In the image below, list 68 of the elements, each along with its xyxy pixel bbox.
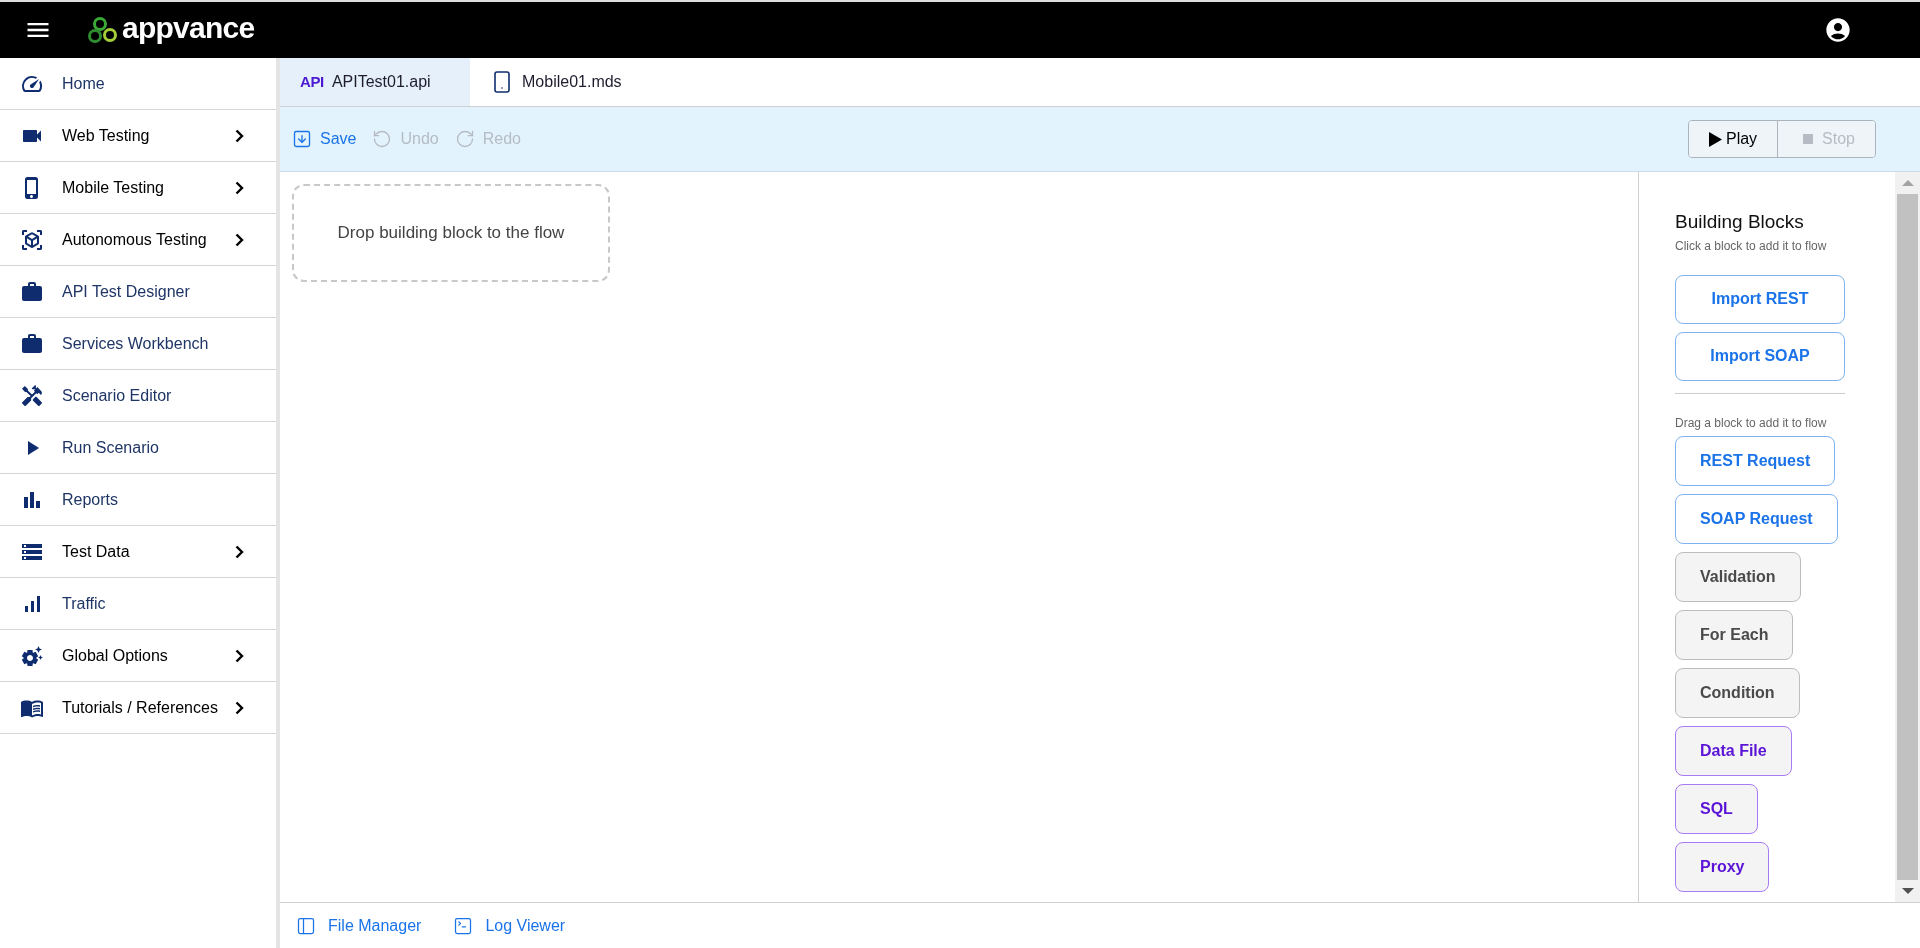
chevron-right-icon xyxy=(235,544,244,559)
sidebar-item-label: Test Data xyxy=(62,541,130,562)
tab-label: APITest01.api xyxy=(331,72,431,92)
building-block[interactable]: SOAP Request xyxy=(1675,493,1838,544)
sidebar-item[interactable]: Test Data xyxy=(0,526,276,578)
building-block[interactable]: REST Request xyxy=(1675,435,1836,486)
building-block[interactable]: SQL xyxy=(1675,783,1758,834)
sidebar-item-label: Run Scenario xyxy=(62,437,159,458)
drop-zone: Drop building block to the flow xyxy=(292,184,610,282)
file-manager-button[interactable]: File Manager xyxy=(296,913,422,938)
tools-icon xyxy=(20,383,44,408)
sidebar-item[interactable]: Reports xyxy=(0,474,276,526)
panel-title: Building Blocks xyxy=(1675,210,1805,234)
save-icon xyxy=(292,129,312,149)
sidebar-item-label: Traffic xyxy=(62,593,106,614)
chevron-right-icon xyxy=(235,700,244,715)
redo-icon xyxy=(454,129,475,149)
sidebar-item-label: Scenario Editor xyxy=(62,385,172,406)
panel-hint: Click a block to add it to flow xyxy=(1675,237,1828,255)
toolbar-button[interactable]: Save xyxy=(292,127,357,151)
sidebar-item[interactable]: Tutorials / References xyxy=(0,682,276,734)
sidebar-item[interactable]: Run Scenario xyxy=(0,422,276,474)
file-tab[interactable]: API APITest01.api xyxy=(280,58,470,106)
logo-icon xyxy=(88,16,118,44)
building-block[interactable]: Import SOAP xyxy=(1675,331,1845,381)
log-viewer-button[interactable]: Log Viewer xyxy=(453,913,566,938)
api-label: API xyxy=(300,71,324,92)
chevron-right-icon xyxy=(235,232,244,247)
briefcase-icon xyxy=(20,331,44,356)
sidebar-item-label: Web Testing xyxy=(62,125,150,146)
panel-icon xyxy=(296,915,316,936)
sidebar-item[interactable]: Web Testing xyxy=(0,110,276,162)
sidebar-item-label: Global Options xyxy=(62,645,168,666)
sidebar-item-label: Services Workbench xyxy=(62,333,209,354)
cube-scan-icon xyxy=(20,227,44,252)
sidebar-item-label: API Test Designer xyxy=(62,281,190,302)
building-block[interactable]: Data File xyxy=(1675,725,1792,776)
sidebar-item[interactable]: API Test Designer xyxy=(0,266,276,318)
briefcase-icon xyxy=(20,279,44,304)
sidebar-item-label: Tutorials / References xyxy=(62,697,218,718)
sidebar-item[interactable]: Services Workbench xyxy=(0,318,276,370)
building-block[interactable]: For Each xyxy=(1675,609,1794,660)
sidebar-item[interactable]: Mobile Testing xyxy=(0,162,276,214)
sidebar-item[interactable]: Scenario Editor xyxy=(0,370,276,422)
tab-label: Mobile01.mds xyxy=(522,72,622,92)
sidebar-item-label: Autonomous Testing xyxy=(62,229,207,250)
play-icon xyxy=(1708,131,1722,147)
sidebar-item-label: Reports xyxy=(62,489,119,510)
account-icon[interactable] xyxy=(1824,16,1852,44)
sidebar-item-label: Home xyxy=(62,73,105,94)
undo-icon xyxy=(372,129,393,149)
play-button[interactable]: Play xyxy=(1688,121,1778,157)
panel-hint: Drag a block to add it to flow xyxy=(1675,414,1828,432)
terminal-icon xyxy=(453,915,474,936)
sidebar-item-label: Mobile Testing xyxy=(62,177,164,198)
sidebar-item[interactable]: Home xyxy=(0,58,276,110)
building-block[interactable]: Import REST xyxy=(1675,274,1845,324)
chevron-right-icon xyxy=(235,648,244,663)
gear-sparkle-icon xyxy=(20,643,44,668)
logo-text: appvance xyxy=(122,13,255,43)
sidebar-item[interactable]: Autonomous Testing xyxy=(0,214,276,266)
building-block[interactable]: Proxy xyxy=(1675,841,1770,892)
chevron-right-icon xyxy=(235,180,244,195)
building-block[interactable]: Condition xyxy=(1675,667,1800,718)
chevron-right-icon xyxy=(235,128,244,143)
sidebar-item[interactable]: Global Options xyxy=(0,630,276,682)
sidebar-item[interactable]: Traffic xyxy=(0,578,276,630)
building-block[interactable]: Validation xyxy=(1675,551,1801,602)
